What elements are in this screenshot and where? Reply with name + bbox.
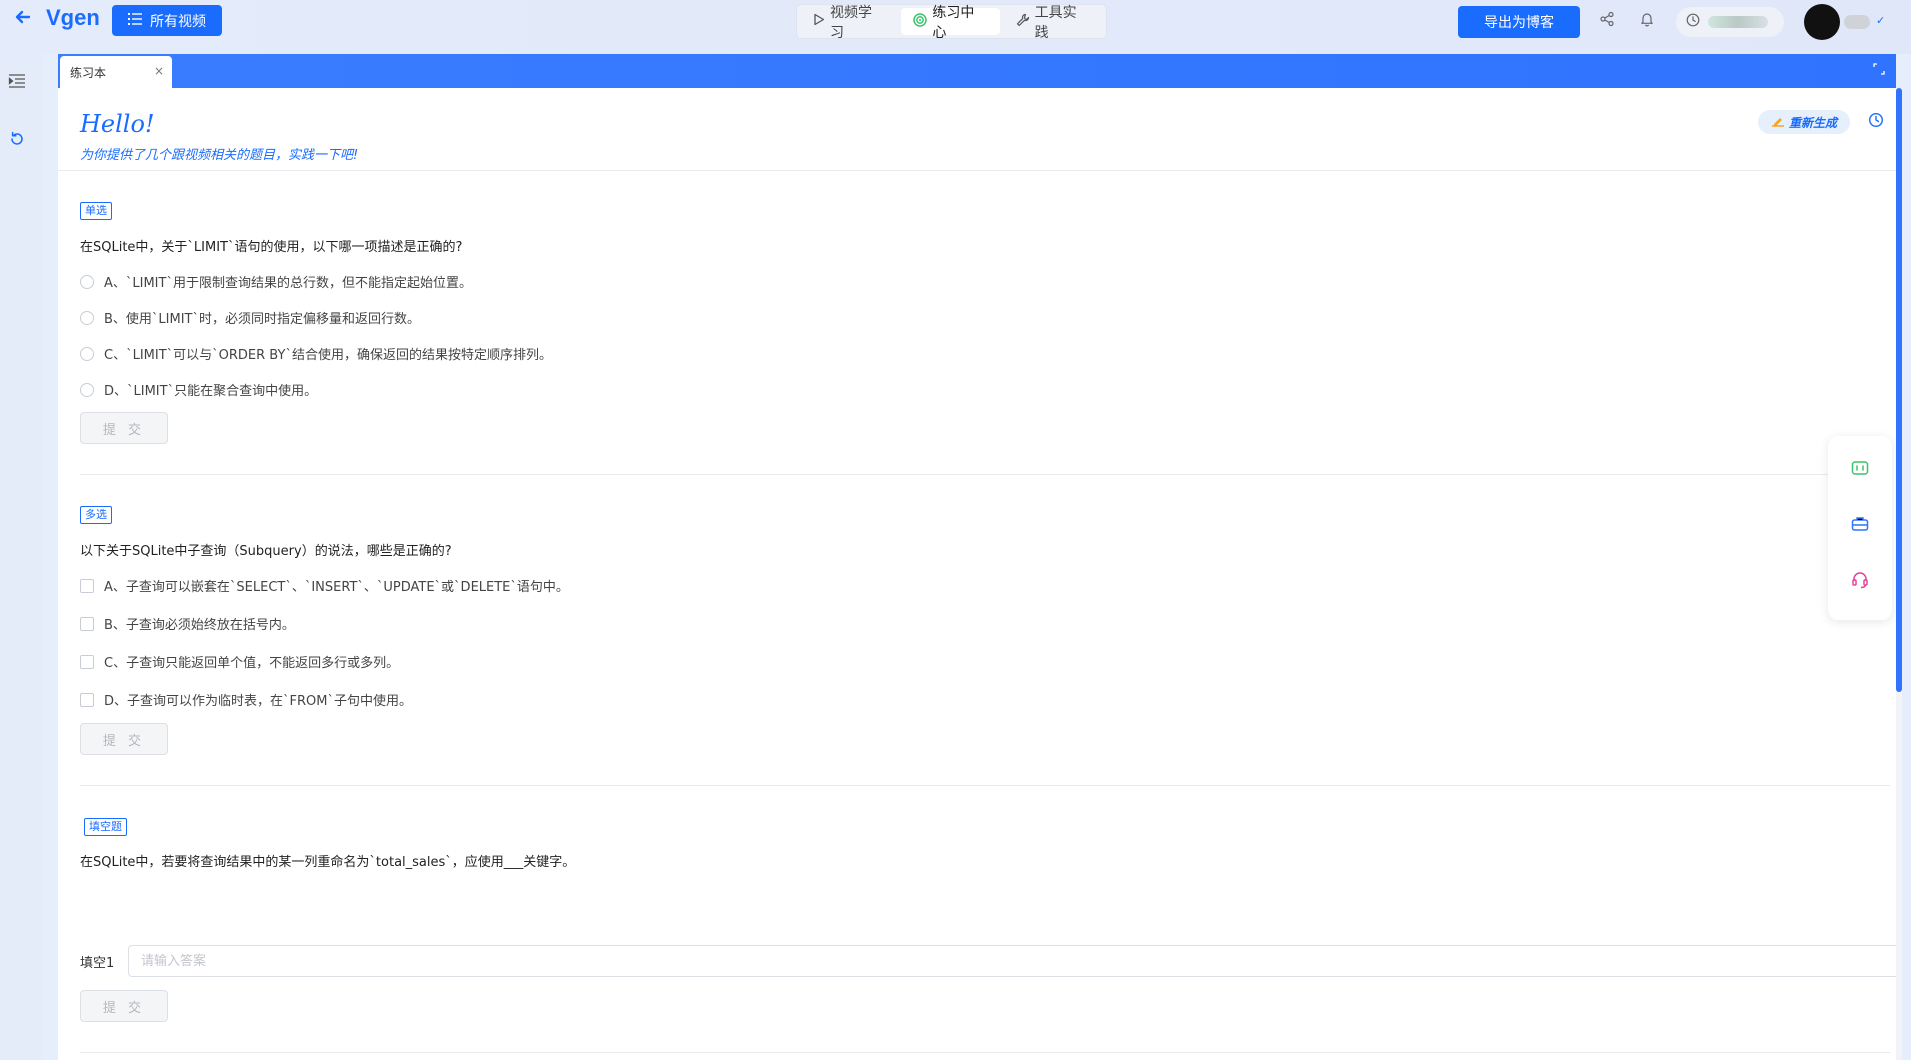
option-d[interactable]: D、子查询可以作为临时表，在`FROM`子句中使用。 <box>80 690 412 709</box>
option-b[interactable]: B、使用`LIMIT`时，必须同时指定偏移量和返回行数。 <box>80 308 420 327</box>
outline-toggle-button[interactable] <box>6 72 28 94</box>
play-icon <box>813 13 825 30</box>
close-icon[interactable]: × <box>154 64 164 78</box>
refresh-button[interactable] <box>6 130 28 152</box>
notification-button[interactable] <box>1636 10 1658 32</box>
divider <box>80 1052 1890 1053</box>
list-icon <box>128 12 142 29</box>
all-videos-label: 所有视频 <box>150 13 206 30</box>
radio[interactable] <box>80 274 94 289</box>
divider <box>58 170 1896 171</box>
question-text: 以下关于SQLite中子查询（Subquery）的说法，哪些是正确的? <box>80 544 452 559</box>
option-label: D、`LIMIT`只能在聚合查询中使用。 <box>104 384 318 399</box>
tab-video-learning[interactable]: 视频学习 <box>801 5 897 41</box>
all-videos-button[interactable]: 所有视频 <box>112 5 222 36</box>
option-c[interactable]: C、子查询只能返回单个值，不能返回多行或多列。 <box>80 652 399 671</box>
share-button[interactable] <box>1596 10 1618 32</box>
headset-icon <box>1851 571 1869 593</box>
option-a[interactable]: A、子查询可以嵌套在`SELECT`、`INSERT`、`UPDATE`或`DE… <box>80 576 569 595</box>
tab-label: 视频学习 <box>830 4 872 41</box>
share-icon <box>1599 11 1615 31</box>
export-blog-button[interactable]: 导出为博客 <box>1458 6 1580 38</box>
submit-button[interactable]: 提 交 <box>80 723 168 755</box>
option-label: B、使用`LIMIT`时，必须同时指定偏移量和返回行数。 <box>104 312 420 327</box>
tab-label: 练习本 <box>70 65 107 80</box>
question-type-badge: 多选 <box>80 506 112 524</box>
question-text: 在SQLite中，若要将查询结果中的某一列重命名为`total_sales`，应… <box>80 855 576 870</box>
divider <box>80 785 1890 786</box>
regenerate-label: 重新生成 <box>1788 115 1837 130</box>
option-label: C、子查询只能返回单个值，不能返回多行或多列。 <box>104 656 400 671</box>
arrow-left-icon <box>14 8 32 30</box>
clock-icon <box>1686 13 1700 31</box>
radio[interactable] <box>80 346 94 361</box>
wrench-icon <box>1016 13 1030 31</box>
toolbox-button[interactable] <box>1848 514 1872 538</box>
tab-label: 练习中心 <box>932 4 975 41</box>
scrollbar-thumb[interactable] <box>1896 88 1902 692</box>
question-type-badge: 填空题 <box>84 818 127 836</box>
left-rail <box>0 54 42 1060</box>
expand-icon <box>1873 63 1885 79</box>
app-logo: Vgen <box>46 5 100 30</box>
greeting-title: Hello! <box>80 110 155 138</box>
tab-practice-center[interactable]: 练习中心 <box>901 5 1000 41</box>
history-button[interactable] <box>1866 112 1886 132</box>
bot-icon <box>1851 460 1869 480</box>
greeting-subtitle: 为你提供了几个跟视频相关的题目，实践一下吧! <box>80 148 359 163</box>
tab-label: 工具实践 <box>1034 4 1077 41</box>
blank-answer-input[interactable] <box>128 945 1896 977</box>
back-button[interactable] <box>12 8 34 30</box>
option-b[interactable]: B、子查询必须始终放在括号内。 <box>80 614 295 633</box>
tab-tool-practice[interactable]: 工具实践 <box>1004 5 1102 41</box>
option-label: A、子查询可以嵌套在`SELECT`、`INSERT`、`UPDATE`或`DE… <box>104 580 569 595</box>
indent-menu-icon <box>8 73 26 93</box>
practice-panel: 练习本 × Hello! 为你提供了几个跟视频相关的题目，实践一下吧! 重新生成… <box>58 54 1896 1060</box>
clock-icon <box>1868 112 1884 132</box>
expand-button[interactable] <box>1870 62 1888 80</box>
floating-toolbar <box>1828 436 1892 620</box>
blank-label: 填空1 <box>80 956 115 971</box>
refresh-icon <box>9 131 25 151</box>
option-d[interactable]: D、`LIMIT`只能在聚合查询中使用。 <box>80 380 317 399</box>
bell-icon <box>1639 11 1655 31</box>
option-label: C、`LIMIT`可以与`ORDER BY`结合使用，确保返回的结果按特定顺序排… <box>104 348 552 363</box>
checkbox[interactable] <box>80 578 94 593</box>
checkbox[interactable] <box>80 692 94 707</box>
question-text: 在SQLite中，关于`LIMIT`语句的使用，以下哪一项描述是正确的? <box>80 240 463 255</box>
checkbox[interactable] <box>80 616 94 631</box>
panel-tab-strip: 练习本 × <box>58 54 1896 88</box>
option-label: B、子查询必须始终放在括号内。 <box>104 618 295 633</box>
avatar[interactable] <box>1804 4 1840 40</box>
top-bar: Vgen 所有视频 视频学习 练习中心 工具实践 导出为博客 ✓ <box>0 0 1911 54</box>
timer-value-redacted <box>1708 16 1768 28</box>
edit-sparkle-icon <box>1771 115 1785 130</box>
option-c[interactable]: C、`LIMIT`可以与`ORDER BY`结合使用，确保返回的结果按特定顺序排… <box>80 344 552 363</box>
target-icon <box>913 12 928 31</box>
tab-practice-book[interactable]: 练习本 × <box>60 56 172 88</box>
submit-button[interactable]: 提 交 <box>80 990 168 1022</box>
submit-button[interactable]: 提 交 <box>80 412 168 444</box>
radio[interactable] <box>80 382 94 397</box>
checkbox[interactable] <box>80 654 94 669</box>
chat-bot-button[interactable] <box>1848 458 1872 482</box>
option-a[interactable]: A、`LIMIT`用于限制查询结果的总行数，但不能指定起始位置。 <box>80 272 472 291</box>
radio[interactable] <box>80 310 94 325</box>
option-label: D、子查询可以作为临时表，在`FROM`子句中使用。 <box>104 694 412 709</box>
timer-pill[interactable] <box>1676 7 1784 37</box>
toolbox-icon <box>1851 516 1869 536</box>
divider <box>80 474 1890 475</box>
regenerate-button[interactable]: 重新生成 <box>1758 110 1850 134</box>
mode-tabs: 视频学习 练习中心 工具实践 <box>796 4 1107 41</box>
option-label: A、`LIMIT`用于限制查询结果的总行数，但不能指定起始位置。 <box>104 276 472 291</box>
support-button[interactable] <box>1848 570 1872 594</box>
question-type-badge: 单选 <box>80 202 112 220</box>
chevron-down-icon[interactable]: ✓ <box>1876 14 1885 27</box>
username-redacted <box>1844 15 1870 29</box>
